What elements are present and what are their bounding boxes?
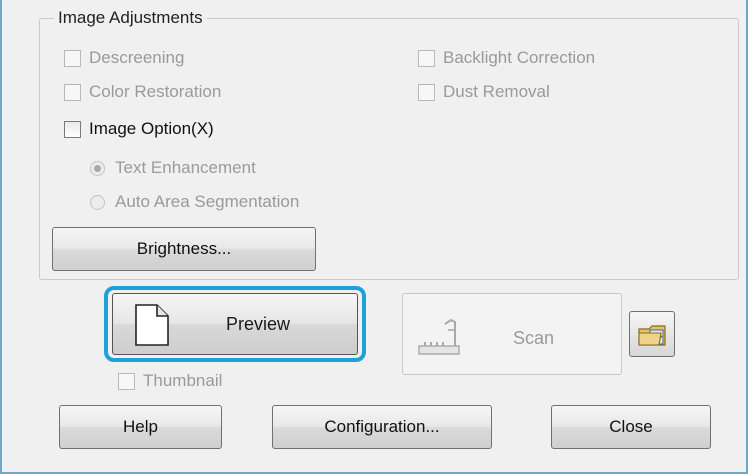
- image-option-checkbox[interactable]: Image Option(X): [64, 119, 214, 139]
- dust-removal-label: Dust Removal: [443, 82, 550, 101]
- scan-button[interactable]: Scan: [402, 293, 622, 375]
- close-button-label: Close: [609, 417, 653, 436]
- text-enhancement-radio-dot[interactable]: [90, 160, 105, 176]
- folder-icon: [638, 325, 666, 346]
- image-option-label: Image Option(X): [89, 119, 214, 138]
- dust-removal-box[interactable]: [418, 83, 435, 101]
- help-button[interactable]: Help: [59, 405, 222, 449]
- auto-area-segmentation-radio[interactable]: Auto Area Segmentation: [90, 192, 299, 212]
- auto-area-segmentation-radio-dot[interactable]: [90, 194, 105, 210]
- descreening-box[interactable]: [64, 49, 81, 67]
- thumbnail-box[interactable]: [118, 372, 135, 390]
- configuration-button-label: Configuration...: [324, 417, 440, 436]
- preview-button-label: Preview: [225, 314, 291, 334]
- descreening-checkbox[interactable]: Descreening: [64, 48, 184, 68]
- image-option-box[interactable]: [64, 120, 81, 138]
- close-button[interactable]: Close: [551, 405, 711, 449]
- text-enhancement-label: Text Enhancement: [115, 158, 256, 177]
- auto-area-segmentation-label: Auto Area Segmentation: [115, 192, 300, 211]
- configuration-button[interactable]: Configuration...: [272, 405, 492, 449]
- preview-button[interactable]: Preview: [112, 293, 358, 355]
- backlight-correction-checkbox[interactable]: Backlight Correction: [418, 48, 595, 68]
- color-restoration-label: Color Restoration: [89, 82, 222, 101]
- scanner-icon: [418, 318, 460, 355]
- open-folder-button[interactable]: [629, 311, 675, 357]
- group-title: Image Adjustments: [54, 8, 207, 28]
- dust-removal-checkbox[interactable]: Dust Removal: [418, 82, 550, 102]
- scan-button-label: Scan: [513, 328, 555, 348]
- text-enhancement-radio[interactable]: Text Enhancement: [90, 158, 256, 178]
- color-restoration-checkbox[interactable]: Color Restoration: [64, 82, 221, 102]
- help-button-label: Help: [123, 417, 158, 436]
- thumbnail-checkbox[interactable]: Thumbnail: [118, 371, 222, 391]
- brightness-button-label: Brightness...: [136, 239, 232, 258]
- backlight-correction-label: Backlight Correction: [443, 48, 596, 67]
- descreening-label: Descreening: [89, 48, 185, 67]
- brightness-button[interactable]: Brightness...: [52, 227, 316, 271]
- backlight-correction-box[interactable]: [418, 49, 435, 67]
- color-restoration-box[interactable]: [64, 83, 81, 101]
- thumbnail-label: Thumbnail: [143, 371, 223, 390]
- scan-settings-dialog: Image Adjustments Descreening Backlight …: [0, 0, 748, 474]
